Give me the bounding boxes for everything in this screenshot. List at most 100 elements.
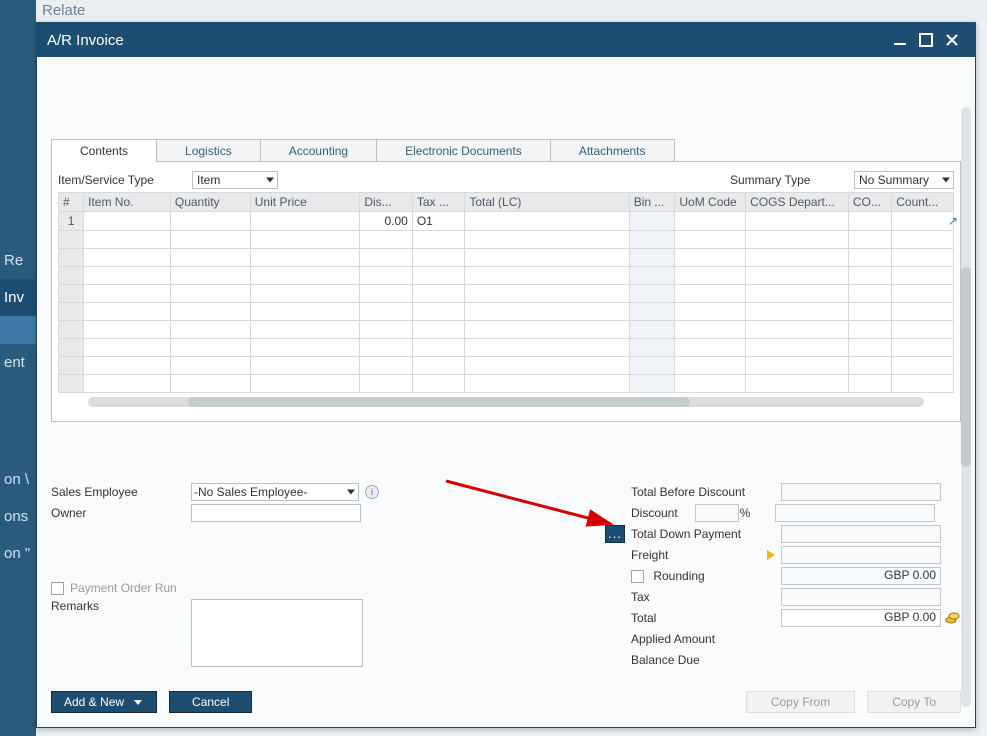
cell-uom[interactable]: [675, 321, 746, 339]
cell-co[interactable]: [848, 249, 891, 267]
maximize-button[interactable]: [913, 27, 939, 53]
cell-quantity[interactable]: [170, 249, 250, 267]
cell-count[interactable]: [892, 303, 954, 321]
cell-num[interactable]: [59, 375, 84, 393]
grid-horizontal-scrollbar[interactable]: [88, 397, 924, 407]
cell-unit_price[interactable]: [250, 231, 360, 249]
cell-quantity[interactable]: [170, 212, 250, 231]
cell-count[interactable]: [892, 357, 954, 375]
cell-cogs[interactable]: [746, 212, 849, 231]
cell-co[interactable]: [848, 303, 891, 321]
cell-cogs[interactable]: [746, 321, 849, 339]
cell-cogs[interactable]: [746, 339, 849, 357]
cell-count[interactable]: [892, 231, 954, 249]
cell-item_no[interactable]: [84, 212, 171, 231]
minimize-button[interactable]: [887, 27, 913, 53]
close-button[interactable]: [939, 27, 965, 53]
cell-item_no[interactable]: [84, 357, 171, 375]
cell-uom[interactable]: [675, 285, 746, 303]
col-co[interactable]: CO...: [848, 193, 891, 212]
cell-unit_price[interactable]: [250, 339, 360, 357]
cell-unit_price[interactable]: [250, 249, 360, 267]
cell-cogs[interactable]: [746, 231, 849, 249]
cell-total[interactable]: [465, 303, 629, 321]
cell-total[interactable]: [465, 339, 629, 357]
cell-tax[interactable]: [412, 249, 465, 267]
cell-tax[interactable]: [412, 339, 465, 357]
cell-bin[interactable]: [629, 231, 675, 249]
cell-total[interactable]: [465, 212, 629, 231]
cell-tax[interactable]: [412, 303, 465, 321]
tab-accounting[interactable]: Accounting: [260, 139, 377, 162]
col-num[interactable]: #: [59, 193, 84, 212]
line-items-grid[interactable]: # Item No. Quantity Unit Price Dis... Ta…: [58, 192, 954, 393]
cell-count[interactable]: [892, 212, 954, 231]
cell-uom[interactable]: [675, 375, 746, 393]
table-row[interactable]: [59, 285, 954, 303]
cell-num[interactable]: [59, 285, 84, 303]
cell-bin[interactable]: [629, 249, 675, 267]
table-row[interactable]: [59, 339, 954, 357]
cell-co[interactable]: [848, 285, 891, 303]
cell-co[interactable]: [848, 267, 891, 285]
copy-to-button[interactable]: Copy To: [867, 691, 961, 713]
cell-unit_price[interactable]: [250, 375, 360, 393]
cell-tax[interactable]: [412, 375, 465, 393]
cell-total[interactable]: [465, 231, 629, 249]
cell-unit_price[interactable]: [250, 267, 360, 285]
cell-co[interactable]: [848, 339, 891, 357]
cell-total[interactable]: [465, 321, 629, 339]
col-total-lc[interactable]: Total (LC): [465, 193, 629, 212]
cell-item_no[interactable]: [84, 249, 171, 267]
col-unit-price[interactable]: Unit Price: [250, 193, 360, 212]
cell-discount[interactable]: [360, 231, 413, 249]
cell-total[interactable]: [465, 285, 629, 303]
cell-unit_price[interactable]: [250, 321, 360, 339]
cell-bin[interactable]: [629, 212, 675, 231]
col-discount[interactable]: Dis...: [360, 193, 413, 212]
cell-cogs[interactable]: [746, 375, 849, 393]
owner-input[interactable]: [191, 504, 361, 522]
cell-cogs[interactable]: [746, 357, 849, 375]
cell-uom[interactable]: [675, 339, 746, 357]
cell-num[interactable]: [59, 321, 84, 339]
cell-uom[interactable]: [675, 357, 746, 375]
cell-unit_price[interactable]: [250, 285, 360, 303]
cell-bin[interactable]: [629, 267, 675, 285]
summary-type-select[interactable]: No Summary: [854, 171, 954, 189]
cell-count[interactable]: [892, 339, 954, 357]
rounding-checkbox[interactable]: [631, 570, 644, 583]
cell-tax[interactable]: [412, 231, 465, 249]
col-item-no[interactable]: Item No.: [84, 193, 171, 212]
cell-uom[interactable]: [675, 212, 746, 231]
cell-cogs[interactable]: [746, 249, 849, 267]
cell-item_no[interactable]: [84, 339, 171, 357]
cell-discount[interactable]: [360, 339, 413, 357]
cell-bin[interactable]: [629, 321, 675, 339]
cell-bin[interactable]: [629, 357, 675, 375]
discount-pct-input[interactable]: [695, 504, 739, 522]
cell-quantity[interactable]: [170, 285, 250, 303]
sales-employee-info-icon[interactable]: i: [365, 485, 379, 499]
cell-num[interactable]: [59, 303, 84, 321]
cell-discount[interactable]: [360, 267, 413, 285]
cell-co[interactable]: [848, 231, 891, 249]
cell-num[interactable]: [59, 231, 84, 249]
cell-count[interactable]: [892, 267, 954, 285]
copy-from-button[interactable]: Copy From: [746, 691, 855, 713]
tab-logistics[interactable]: Logistics: [156, 139, 261, 162]
cell-tax[interactable]: [412, 321, 465, 339]
cell-count[interactable]: [892, 249, 954, 267]
col-quantity[interactable]: Quantity: [170, 193, 250, 212]
cell-discount[interactable]: [360, 249, 413, 267]
cell-quantity[interactable]: [170, 375, 250, 393]
cancel-button[interactable]: Cancel: [169, 691, 252, 713]
cell-uom[interactable]: [675, 267, 746, 285]
cell-num[interactable]: [59, 267, 84, 285]
cell-num[interactable]: 1: [59, 212, 84, 231]
table-row[interactable]: [59, 375, 954, 393]
add-new-button[interactable]: Add & New: [51, 691, 157, 713]
tab-contents[interactable]: Contents: [51, 139, 157, 162]
cell-quantity[interactable]: [170, 267, 250, 285]
table-row[interactable]: [59, 267, 954, 285]
